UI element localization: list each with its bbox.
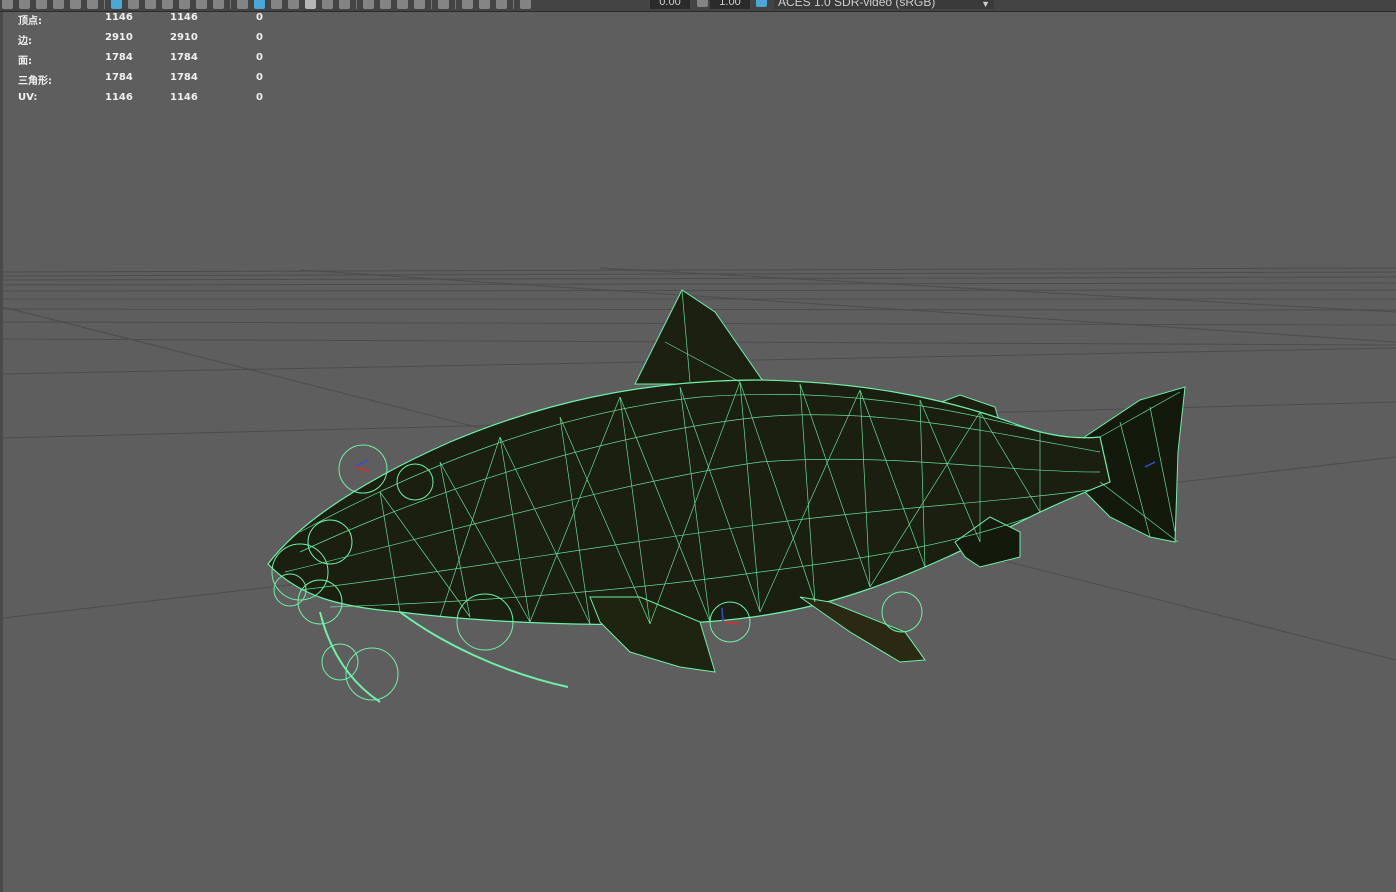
toolbar-separator	[356, 0, 357, 9]
color-space-label: ACES 1.0 SDR-video (sRGB)	[778, 0, 936, 9]
hud-value: 1784	[170, 72, 198, 83]
toolbar-separator	[513, 0, 514, 9]
catfish-model[interactable]	[267, 289, 1186, 703]
xray-joints-icon[interactable]	[496, 0, 507, 9]
hud-value: 1784	[105, 72, 133, 83]
3d-viewport[interactable]	[0, 12, 1396, 892]
depth-of-field-icon[interactable]	[414, 0, 425, 9]
hud-value: 1784	[170, 52, 198, 63]
xray-active-components-icon[interactable]	[479, 0, 490, 9]
camera-attributes-icon[interactable]	[19, 0, 30, 9]
toolbar-separator	[431, 0, 432, 9]
fish-body	[267, 379, 1111, 626]
viewport-toolbar: 0.00 1.00 ACES 1.0 SDR-video (sRGB) ▼	[0, 0, 1396, 12]
bookmark-icon[interactable]	[36, 0, 47, 9]
hud-value: 1146	[105, 12, 133, 23]
safe-title-icon[interactable]	[213, 0, 224, 9]
multisample-aa-icon[interactable]	[397, 0, 408, 9]
exposure-icon[interactable]	[520, 0, 531, 9]
color-space-dropdown[interactable]: ACES 1.0 SDR-video (sRGB) ▼	[774, 0, 994, 9]
hud-value: 0	[256, 32, 263, 43]
resolution-gate-icon[interactable]	[145, 0, 156, 9]
toolbar-separator	[455, 0, 456, 9]
hud-label: 边:	[18, 36, 32, 47]
toolbar-separator	[104, 0, 105, 9]
hud-label: 三角形:	[18, 76, 52, 87]
wireframe-on-shaded-icon[interactable]	[288, 0, 299, 9]
hud-row-vertices: 顶点: 1146 1146 0	[18, 12, 278, 32]
chevron-down-icon[interactable]: ▼	[981, 0, 990, 10]
hud-value: 0	[256, 72, 263, 83]
dorsal-fin	[634, 289, 766, 385]
hud-value: 2910	[170, 32, 198, 43]
use-default-material-icon[interactable]	[271, 0, 282, 9]
hud-row-triangles: 三角形: 1784 1784 0	[18, 72, 278, 92]
gate-mask-icon[interactable]	[162, 0, 173, 9]
hud-value: 0	[256, 52, 263, 63]
2d-pan-zoom-icon[interactable]	[70, 0, 81, 9]
wireframe-icon[interactable]	[237, 0, 248, 9]
textured-icon[interactable]	[305, 0, 316, 9]
hud-value: 1146	[170, 92, 198, 103]
gamma-field[interactable]: 1.00	[710, 0, 750, 9]
grease-pencil-icon[interactable]	[87, 0, 98, 9]
image-plane-icon[interactable]	[53, 0, 64, 9]
toolbar-separator	[230, 0, 231, 9]
xray-icon[interactable]	[462, 0, 473, 9]
pelvic-fin	[799, 596, 926, 663]
screen-space-ao-icon[interactable]	[363, 0, 374, 9]
motion-blur-icon[interactable]	[380, 0, 391, 9]
isolate-select-icon[interactable]	[438, 0, 449, 9]
exposure-field[interactable]: 0.00	[650, 0, 690, 9]
hud-value: 0	[256, 92, 263, 103]
use-all-lights-icon[interactable]	[322, 0, 333, 9]
hud-value: 0	[256, 12, 263, 23]
hud-label: 面:	[18, 56, 32, 67]
film-gate-icon[interactable]	[128, 0, 139, 9]
view-transform-icon[interactable]	[756, 0, 767, 7]
shadows-icon[interactable]	[339, 0, 350, 9]
hud-row-edges: 边: 2910 2910 0	[18, 32, 278, 52]
poly-count-hud: 顶点: 1146 1146 0 边: 2910 2910 0 面: 1784 1…	[18, 12, 278, 112]
camera-select-icon[interactable]	[2, 0, 13, 9]
hud-value: 1146	[170, 12, 198, 23]
grid-icon[interactable]	[111, 0, 122, 9]
field-chart-icon[interactable]	[179, 0, 190, 9]
hud-label: UV:	[18, 92, 38, 103]
hud-label: 顶点:	[18, 16, 42, 27]
hud-value: 2910	[105, 32, 133, 43]
smooth-shade-icon[interactable]	[254, 0, 265, 9]
gamma-icon[interactable]	[697, 0, 708, 7]
hud-row-uvs: UV: 1146 1146 0	[18, 92, 278, 112]
hud-row-faces: 面: 1784 1784 0	[18, 52, 278, 72]
hud-value: 1784	[105, 52, 133, 63]
safe-action-icon[interactable]	[196, 0, 207, 9]
hud-value: 1146	[105, 92, 133, 103]
toolbar-icon-strip	[2, 0, 537, 11]
